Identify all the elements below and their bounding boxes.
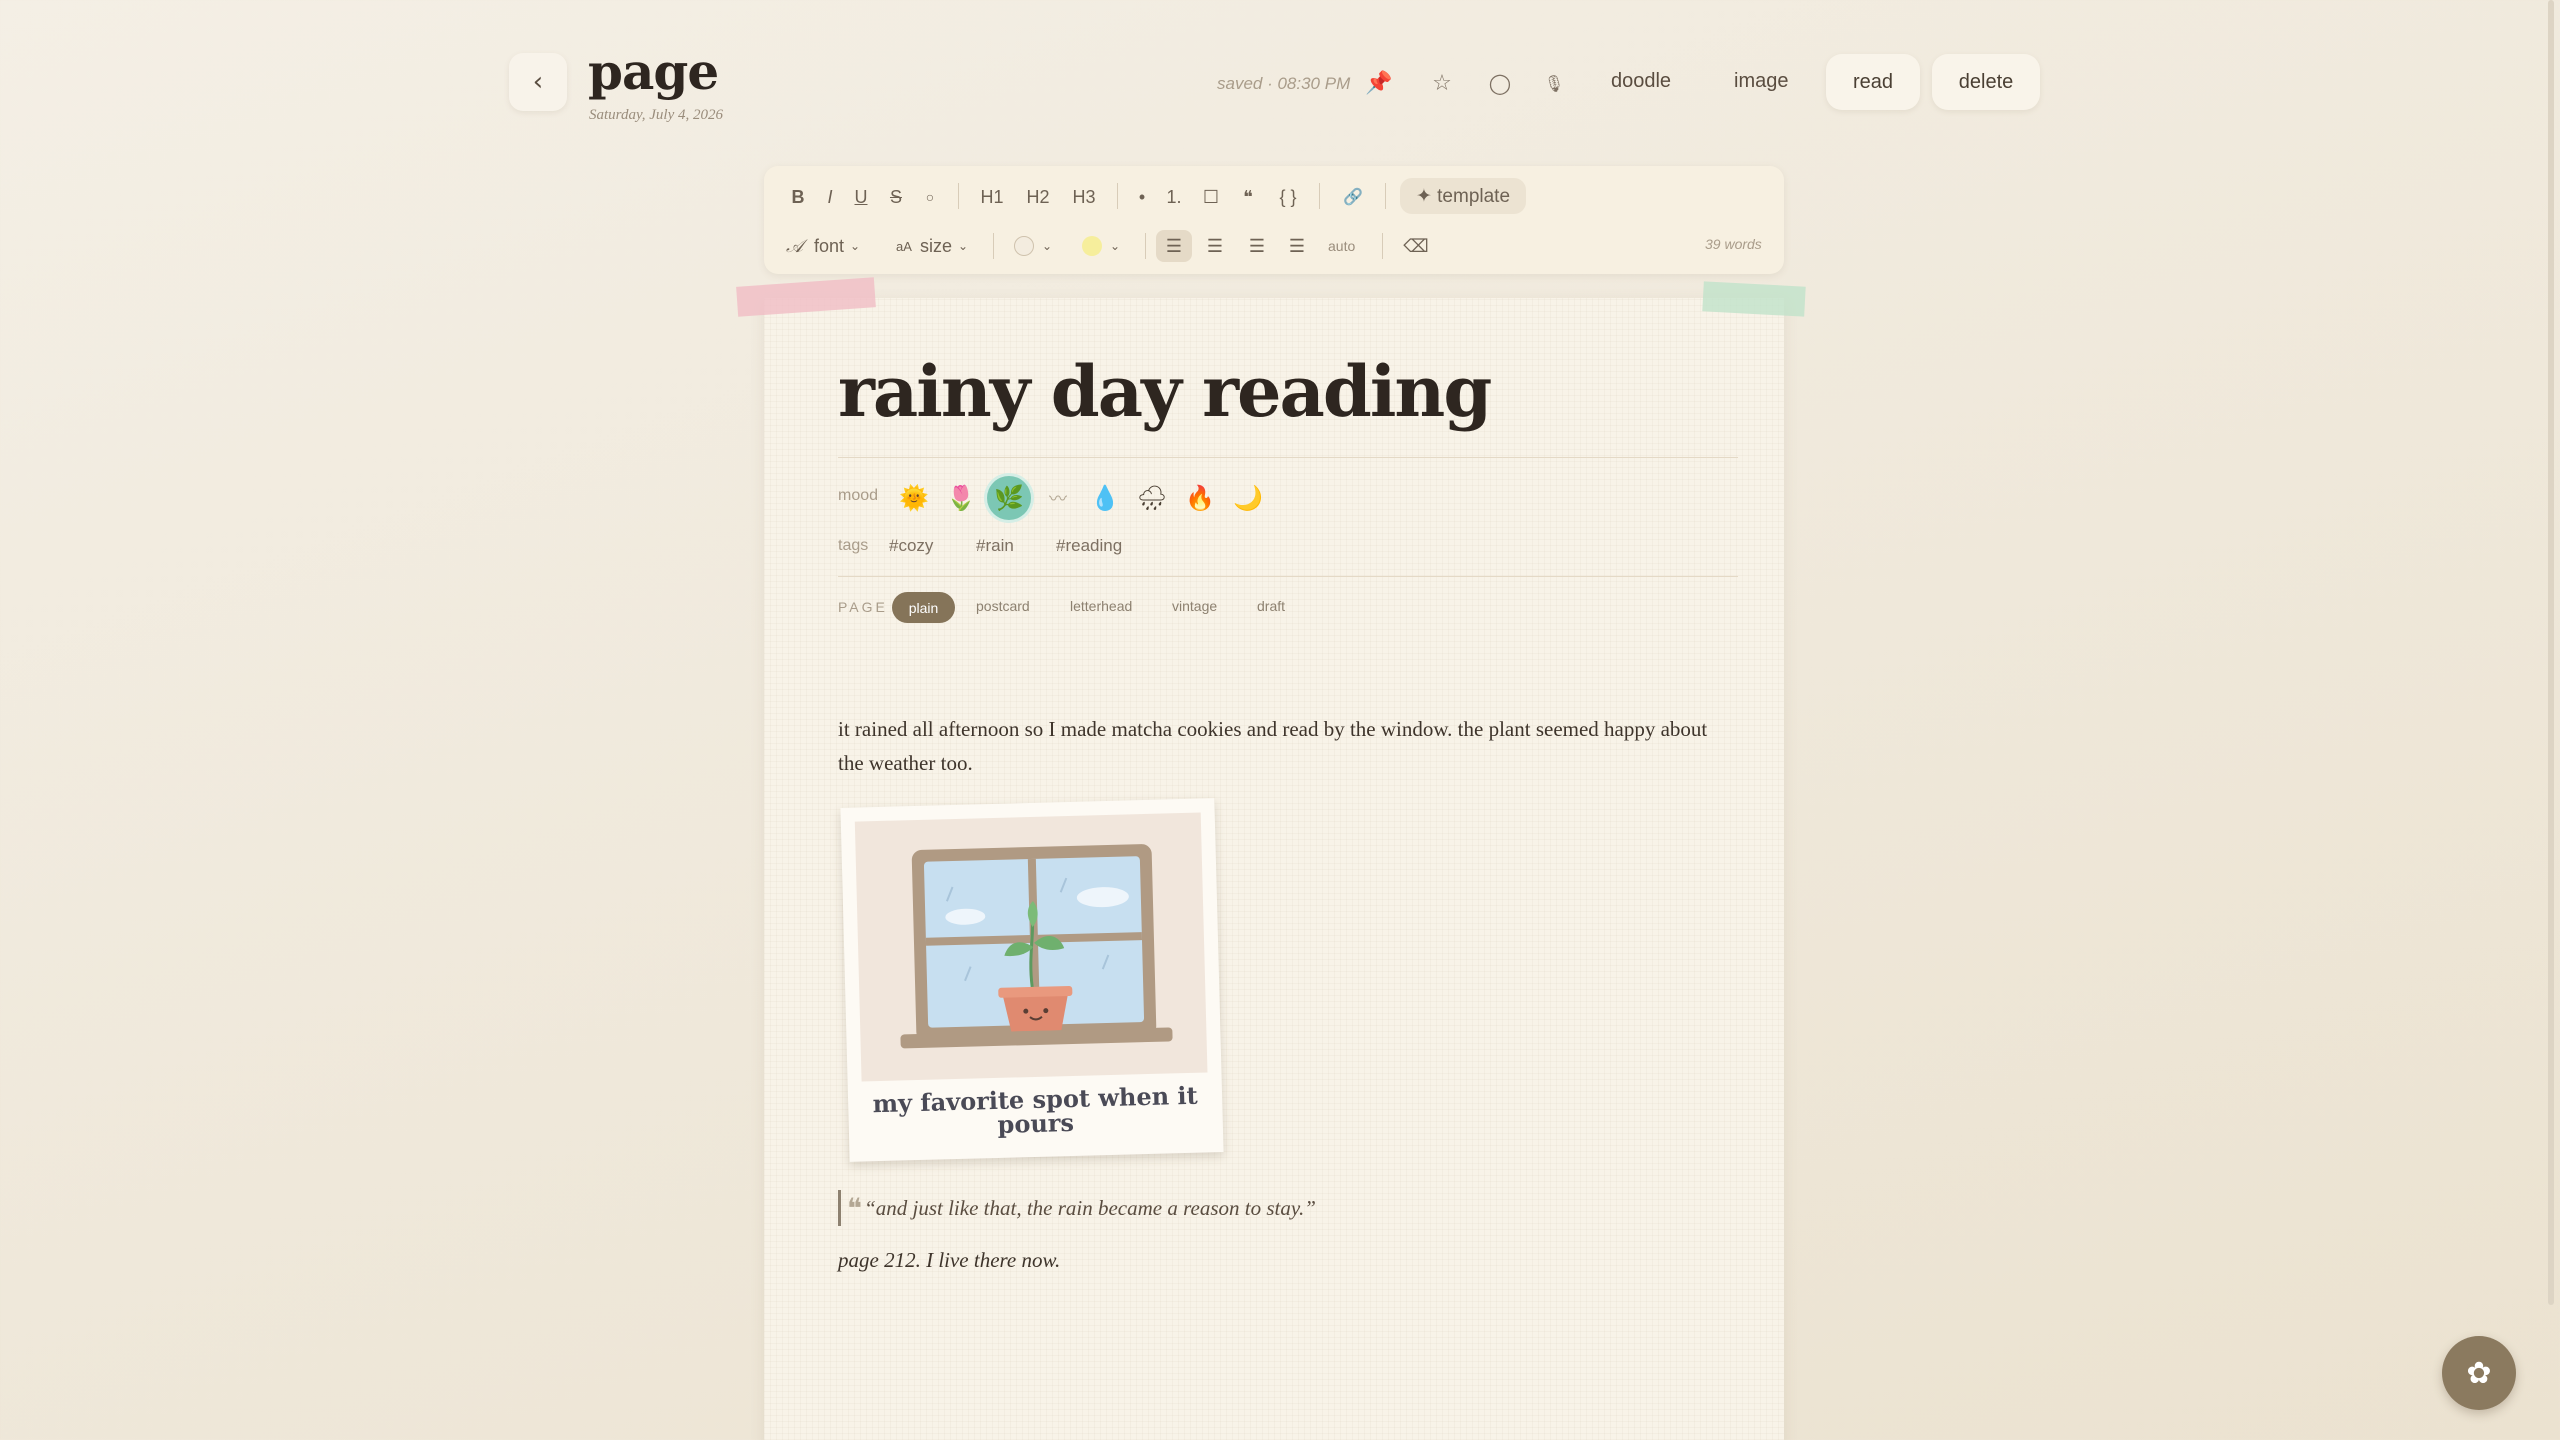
toolbar-divider: [1117, 183, 1118, 209]
direction-auto-button[interactable]: auto: [1328, 232, 1355, 260]
align-left-icon: ☰: [1165, 235, 1183, 256]
washi-tape: [1702, 281, 1806, 317]
quote-mark-icon: ❝: [847, 1191, 863, 1225]
entry-paragraph[interactable]: page 212. I live there now.: [838, 1248, 1060, 1273]
text-color-picker[interactable]: ⌄: [1014, 232, 1052, 260]
link-icon[interactable]: 🔗: [1338, 182, 1368, 212]
heading-3-button[interactable]: H3: [1068, 182, 1100, 212]
page-style-letterhead[interactable]: letterhead: [1070, 598, 1132, 614]
star-icon[interactable]: ☆: [1425, 66, 1459, 100]
microphone-icon[interactable]: 🎙: [1537, 66, 1571, 100]
polaroid-photo[interactable]: my favorite spot when it pours: [840, 798, 1224, 1162]
heading-1-button[interactable]: H1: [976, 182, 1008, 212]
circle-icon[interactable]: ◯: [1483, 66, 1517, 100]
chevron-down-icon: ⌄: [1110, 239, 1121, 253]
align-justify-icon: ☰: [1288, 235, 1306, 256]
chevron-down-icon: ⌄: [1042, 239, 1053, 253]
font-icon: 𝒜: [786, 235, 804, 257]
heading-2-button[interactable]: H2: [1022, 182, 1054, 212]
tags-label: tags: [838, 537, 869, 554]
template-button[interactable]: ✦ template: [1400, 178, 1526, 214]
chevron-down-icon: ⌄: [958, 239, 969, 253]
toolbar-divider: [1145, 233, 1146, 259]
align-right-icon: ☰: [1248, 235, 1266, 256]
align-right-button[interactable]: ☰: [1240, 230, 1274, 262]
flower-icon: ✿: [2466, 1355, 2492, 1391]
code-button[interactable]: { }: [1271, 182, 1305, 212]
italic-button[interactable]: I: [817, 182, 843, 212]
entry-body-text[interactable]: it rained all afternoon so I made matcha…: [838, 712, 1718, 780]
page-date: Saturday, July 4, 2026: [589, 107, 724, 123]
word-count: 39 words: [1705, 236, 1762, 252]
mood-tulip-icon[interactable]: 🌷: [941, 478, 981, 518]
tag-chip[interactable]: #reading: [1056, 536, 1122, 556]
quote-button[interactable]: ❝: [1235, 182, 1261, 212]
page-style-draft[interactable]: draft: [1257, 598, 1285, 614]
saved-status: saved · 08:30 PM: [1217, 74, 1351, 93]
text-color-icon: [1014, 236, 1034, 256]
page-scrollbar[interactable]: [2548, 0, 2554, 1305]
underline-button[interactable]: U: [848, 182, 874, 212]
entry-title[interactable]: rainy day reading: [838, 350, 1492, 433]
mood-storm-icon[interactable]: 🌧: [1132, 478, 1172, 518]
delete-button[interactable]: delete: [1932, 54, 2040, 110]
chevron-left-icon: ‹: [532, 67, 544, 97]
checkbox-button[interactable]: ☐: [1198, 182, 1224, 212]
photo-caption[interactable]: my favorite spot when it pours: [848, 1081, 1223, 1141]
bold-button[interactable]: B: [784, 182, 812, 212]
mood-fire-icon[interactable]: 🔥: [1180, 478, 1220, 518]
mood-wind-icon[interactable]: 〰: [1038, 478, 1078, 518]
align-center-button[interactable]: ☰: [1198, 230, 1232, 262]
toolbar-divider: [1382, 233, 1383, 259]
numbered-list-button[interactable]: 1.: [1162, 182, 1186, 212]
chevron-down-icon: ⌄: [850, 239, 861, 253]
mood-moon-icon[interactable]: 🌙: [1228, 478, 1268, 518]
settings-flower-button[interactable]: ✿: [2442, 1336, 2516, 1410]
bullet-list-button[interactable]: •: [1130, 182, 1154, 212]
tags-divider: [838, 576, 1738, 577]
mood-droplet-icon[interactable]: 💧: [1085, 478, 1125, 518]
strikethrough-button[interactable]: S: [883, 182, 909, 212]
mood-label: mood: [838, 487, 879, 504]
align-left-button[interactable]: ☰: [1156, 230, 1192, 262]
pin-icon[interactable]: 📌: [1362, 66, 1396, 100]
align-center-icon: ☰: [1206, 235, 1224, 256]
back-button[interactable]: ‹: [509, 53, 567, 111]
tag-chip[interactable]: #rain: [976, 536, 1014, 556]
window-plant-illustration: [854, 812, 1208, 1082]
page-style-vintage[interactable]: vintage: [1172, 598, 1217, 614]
mood-sun-icon[interactable]: 🌞: [894, 478, 934, 518]
toolbar-divider: [1385, 183, 1386, 209]
title-divider: [838, 457, 1738, 458]
highlighter-icon: [1082, 236, 1102, 256]
align-justify-button[interactable]: ☰: [1280, 230, 1314, 262]
page-title: page: [588, 42, 719, 101]
doodle-button[interactable]: doodle: [1611, 70, 1671, 93]
page-style-plain[interactable]: plain: [892, 592, 955, 623]
size-dropdown[interactable]: size ⌄: [920, 232, 968, 260]
page-style-postcard[interactable]: postcard: [976, 598, 1030, 614]
blockquote[interactable]: ❝ “and just like that, the rain became a…: [838, 1190, 1316, 1226]
clear-format-icon[interactable]: ⌫: [1400, 232, 1432, 260]
toolbar-divider: [993, 233, 994, 259]
font-dropdown[interactable]: font ⌄: [814, 232, 860, 260]
quote-text[interactable]: “and just like that, the rain became a r…: [864, 1196, 1316, 1221]
tag-chip[interactable]: #cozy: [889, 536, 933, 556]
toolbar-divider: [958, 183, 959, 209]
highlight-color-picker[interactable]: ⌄: [1082, 232, 1120, 260]
toolbar-divider: [1319, 183, 1320, 209]
image-button[interactable]: image: [1734, 70, 1788, 93]
read-button[interactable]: read: [1826, 54, 1920, 110]
circle-format-button[interactable]: ○: [917, 182, 943, 212]
mood-leaf-icon[interactable]: 🌿: [987, 476, 1031, 520]
page-style-label: PAGE: [838, 599, 888, 615]
size-prefix: aA: [896, 238, 912, 254]
